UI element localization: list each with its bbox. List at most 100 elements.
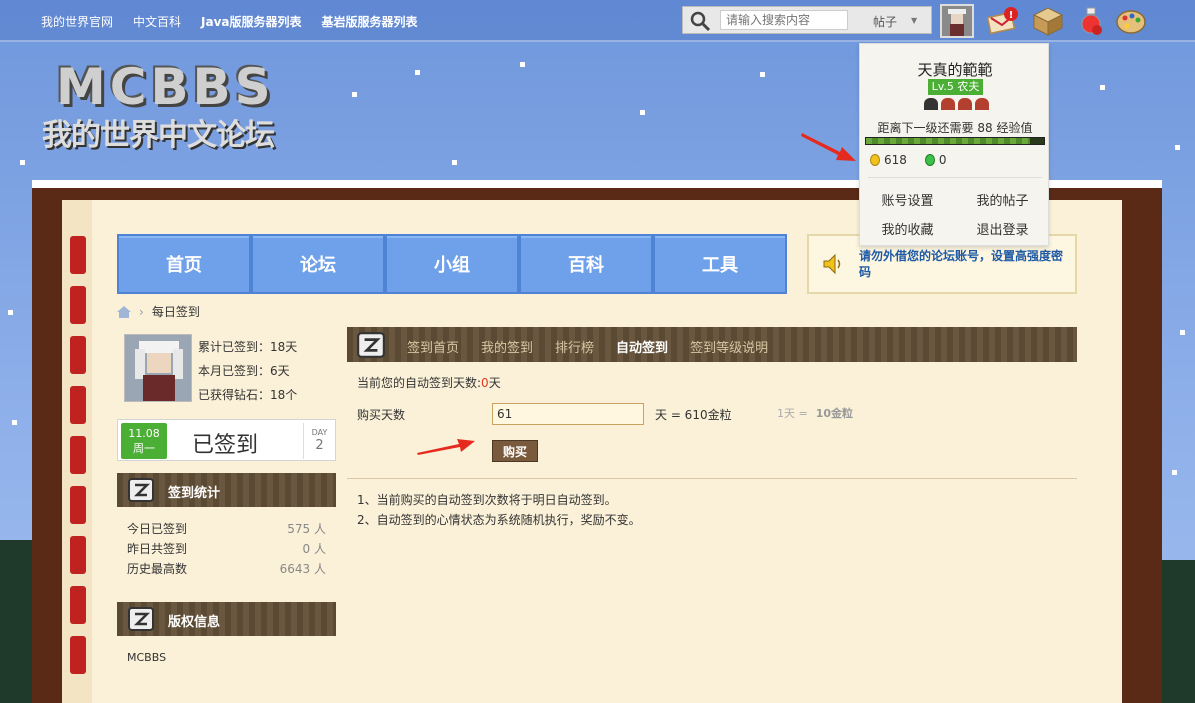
- stats-title: 签到统计: [168, 486, 221, 501]
- dropdown-username[interactable]: 天真的範範: [860, 59, 1050, 80]
- gold-nugget-icon: [870, 154, 880, 166]
- copyright-title: 版权信息: [168, 615, 221, 630]
- my-favorites-link[interactable]: 我的收藏: [860, 219, 955, 238]
- toplink-official-site[interactable]: 我的世界官网: [41, 13, 113, 30]
- exp-progress-bar: [865, 137, 1045, 145]
- helmet-icon: [941, 98, 955, 110]
- current-days-value: 0: [481, 376, 489, 390]
- arrow-annotation-icon: [801, 133, 856, 161]
- stat-row: 历史最高数 6643 人: [127, 559, 326, 579]
- binding-ring: [70, 236, 86, 274]
- snowflake: [452, 160, 457, 165]
- tab-leaderboard[interactable]: 排行榜: [555, 337, 594, 356]
- rate-prefix: 1天 =: [777, 407, 808, 420]
- snowflake: [640, 110, 645, 115]
- copyright-header: 版权信息: [117, 602, 336, 636]
- sign-logo-icon: [128, 478, 154, 502]
- main-nav: 首页 论坛 小组 百科 工具: [117, 234, 787, 294]
- toplink-java-servers[interactable]: Java版服务器列表: [201, 13, 301, 30]
- search-type-select[interactable]: 帖子: [873, 13, 897, 30]
- snowflake: [1175, 145, 1180, 150]
- potion-icon[interactable]: [1075, 6, 1109, 36]
- binding-ring: [70, 486, 86, 524]
- site-logo[interactable]: MCBBS 我的世界中文论坛: [38, 58, 303, 153]
- avatar[interactable]: [124, 334, 192, 402]
- currency-row: 618 0: [870, 153, 947, 167]
- nav-tools[interactable]: 工具: [653, 234, 787, 294]
- top-bar: 我的世界官网 中文百科 Java版服务器列表 基岩版服务器列表 帖子 ▼ !: [0, 0, 1195, 42]
- sign-day-counter: DAY 2: [303, 423, 335, 459]
- crafting-table-icon[interactable]: [1031, 6, 1065, 36]
- diamonds-earned: 已获得钻石：18个: [198, 388, 298, 402]
- toplink-bedrock-servers[interactable]: 基岩版服务器列表: [322, 13, 418, 30]
- buy-button[interactable]: 购买: [492, 440, 538, 462]
- tree-silhouette: [1162, 560, 1195, 703]
- notice-text[interactable]: 请勿外借您的论坛账号，设置高强度密码: [859, 248, 1069, 280]
- breadcrumb-separator: ›: [139, 304, 144, 319]
- nav-wiki[interactable]: 百科: [519, 234, 653, 294]
- current-autosign-days: 当前您的自动签到天数:0天: [357, 374, 501, 391]
- snowflake: [760, 72, 765, 77]
- avatar-image: [125, 335, 191, 401]
- home-icon[interactable]: [117, 305, 131, 318]
- nav-home[interactable]: 首页: [117, 234, 251, 294]
- sign-status-text: 已签到: [192, 433, 259, 458]
- divider: [347, 478, 1077, 479]
- tree-silhouette: [0, 540, 32, 703]
- total-signed: 累计已签到：18天: [198, 340, 298, 354]
- tab-my-signs[interactable]: 我的签到: [481, 337, 533, 356]
- sign-weekday: 周一: [133, 442, 155, 455]
- nav-groups[interactable]: 小组: [385, 234, 519, 294]
- user-dropdown: 天真的範範 Lv.5 农夫 距离下一级还需要 88 经验值 618 0 账号设置…: [859, 43, 1049, 246]
- autosign-notes: 1、当前购买的自动签到次数将于明日自动签到。 2、自动签到的心情状态为系统随机执…: [357, 490, 641, 530]
- profile-stats: 累计已签到：18天 本月已签到：6天 已获得钻石：18个: [198, 335, 297, 407]
- sign-date: 11.08: [128, 427, 160, 440]
- tab-level-info[interactable]: 签到等级说明: [690, 337, 768, 356]
- search-input[interactable]: [720, 10, 848, 30]
- current-days-suffix: 天: [488, 376, 501, 390]
- month-signed: 本月已签到：6天: [198, 364, 290, 378]
- palette-icon[interactable]: [1114, 6, 1148, 36]
- avatar-image: [942, 6, 972, 36]
- my-posts-link[interactable]: 我的帖子: [955, 190, 1050, 209]
- stat-label: 今日已签到: [127, 522, 188, 536]
- gold-count: 618: [884, 153, 907, 167]
- logo-main-text: MCBBS: [56, 58, 275, 116]
- stats-list: 今日已签到 575 人 昨日共签到 0 人 历史最高数 6643 人: [127, 519, 326, 579]
- user-avatar-button[interactable]: [940, 4, 974, 38]
- binding-ring: [70, 436, 86, 474]
- rate-value: 10金粒: [815, 407, 854, 420]
- speaker-icon: [823, 253, 841, 275]
- tab-sign-home[interactable]: 签到首页: [407, 337, 459, 356]
- nav-forum[interactable]: 论坛: [251, 234, 385, 294]
- mail-icon[interactable]: !: [986, 6, 1020, 36]
- search-icon[interactable]: [688, 10, 712, 32]
- account-settings-link[interactable]: 账号设置: [860, 190, 955, 209]
- emerald-icon: [924, 154, 935, 166]
- helmet-icon: [975, 98, 989, 110]
- snowflake: [20, 160, 25, 165]
- sign-day-number: 2: [315, 438, 324, 453]
- tab-auto-sign[interactable]: 自动签到: [616, 337, 668, 356]
- sign-logo-icon: [128, 607, 154, 631]
- buy-days-input[interactable]: [492, 403, 644, 425]
- current-days-prefix: 当前您的自动签到天数:: [357, 376, 482, 390]
- stat-value: 0 人: [302, 542, 326, 556]
- exp-progress-fill: [866, 138, 1030, 144]
- copyright-text: MCBBS: [127, 651, 167, 664]
- snowflake: [1100, 85, 1105, 90]
- stat-value: 575 人: [287, 522, 326, 536]
- tabs: 签到首页 我的签到 排行榜 自动签到 签到等级说明: [407, 337, 768, 356]
- stat-value: 6643 人: [279, 562, 326, 576]
- logout-link[interactable]: 退出登录: [955, 219, 1050, 238]
- toplink-wiki[interactable]: 中文百科: [133, 13, 181, 30]
- chevron-down-icon[interactable]: ▼: [911, 16, 917, 25]
- stat-row: 昨日共签到 0 人: [127, 539, 326, 559]
- breadcrumb-current[interactable]: 每日签到: [152, 303, 200, 320]
- logo-sub-text: 我的世界中文论坛: [42, 118, 275, 153]
- snowflake: [1180, 330, 1185, 335]
- top-links: 我的世界官网 中文百科 Java版服务器列表 基岩版服务器列表: [41, 13, 438, 30]
- emerald-count: 0: [938, 153, 947, 167]
- medals: [924, 98, 989, 110]
- snowflake: [1172, 470, 1177, 475]
